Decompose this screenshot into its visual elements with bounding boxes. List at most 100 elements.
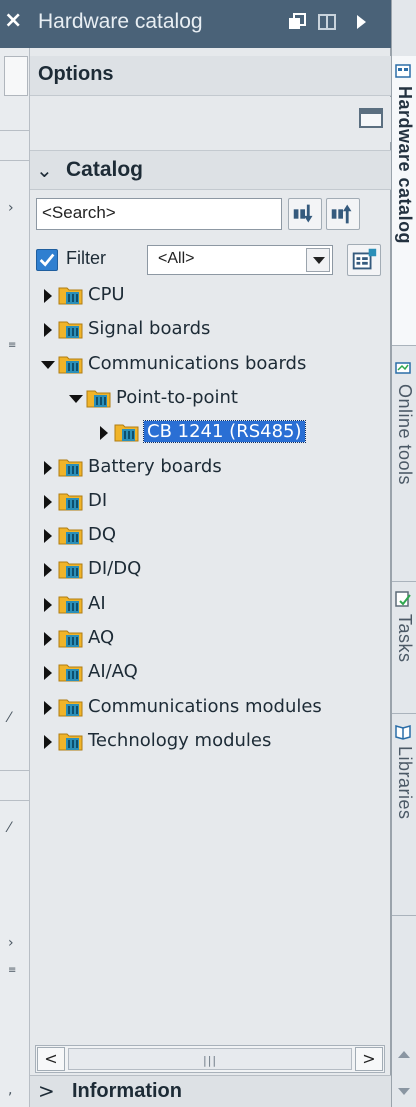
horizontal-scrollbar[interactable]: < ||| > — [35, 1045, 385, 1073]
folder-module-icon — [58, 561, 83, 579]
divider — [0, 160, 30, 161]
catalog-section-header[interactable]: ⌄ Catalog — [30, 150, 391, 190]
tab-label: Libraries — [395, 746, 415, 820]
chevron-down-icon[interactable] — [306, 248, 330, 272]
tree-item[interactable]: CPU — [30, 280, 391, 312]
chevron-right-icon[interactable] — [44, 563, 52, 578]
adjacent-field — [4, 56, 28, 96]
tab-label: Online tools — [395, 384, 415, 486]
tree-item-label: AI/AQ — [88, 661, 138, 683]
tree-item-label: CB 1241 (RS485) — [143, 420, 306, 444]
chevron-down-icon[interactable] — [41, 360, 55, 369]
tree-item-label: Point-to-point — [116, 386, 238, 408]
filter-dropdown[interactable]: <All> — [147, 245, 333, 275]
filter-profile-button[interactable] — [347, 244, 381, 276]
window-icon[interactable] — [359, 108, 383, 128]
tree-item[interactable]: Battery boards — [30, 452, 391, 484]
scroll-left-button[interactable]: < — [37, 1047, 65, 1071]
tree-item[interactable]: AI/AQ — [30, 657, 391, 689]
adjacent-editor-titlebar: × — [0, 0, 30, 48]
tree-item[interactable]: Communications boards — [30, 349, 391, 381]
chevron-icon: ⁄ — [8, 820, 11, 836]
folder-module-icon — [58, 630, 83, 648]
collapse-panel-icon[interactable] — [352, 13, 370, 31]
chevron-right-icon[interactable] — [44, 597, 52, 612]
checkmark-icon — [39, 253, 55, 267]
chevron-right-icon[interactable] — [44, 289, 52, 303]
catalog-title: Catalog — [66, 158, 144, 181]
tab-label: Hardware catalog — [395, 86, 415, 245]
float-window-icon[interactable] — [288, 13, 306, 31]
chevron-down-icon[interactable] — [69, 394, 83, 403]
chevron-right-icon[interactable] — [44, 700, 52, 715]
folder-module-icon — [58, 321, 83, 339]
divider — [0, 770, 30, 771]
tree-item[interactable]: DI/DQ — [30, 554, 391, 586]
filter-checkbox[interactable] — [36, 249, 58, 271]
scroll-down-icon[interactable] — [395, 1083, 413, 1101]
search-down-button[interactable] — [288, 198, 322, 230]
chevron-icon: ⁄ — [8, 710, 11, 726]
split-view-icon[interactable] — [318, 13, 336, 31]
chevron-right-icon[interactable] — [44, 494, 52, 509]
folder-module-icon — [58, 287, 83, 305]
tree-item-label: Communications modules — [88, 695, 322, 717]
search-down-icon — [293, 204, 313, 223]
filter-label: Filter — [66, 248, 106, 268]
chevron-right-icon[interactable] — [44, 460, 52, 475]
chevron-icon: , — [8, 1082, 13, 1098]
tree-item-label: CPU — [88, 284, 125, 305]
panel-title-bar: Hardware catalog — [30, 0, 391, 48]
tree-item-label: Technology modules — [88, 729, 272, 751]
tree-item[interactable]: Point-to-point — [30, 383, 391, 415]
search-input[interactable]: <Search> — [36, 198, 282, 230]
tab-label: Tasks — [395, 614, 415, 663]
divider — [0, 800, 30, 801]
options-title: Options — [38, 63, 114, 85]
scroll-right-button[interactable]: > — [355, 1047, 383, 1071]
tree-item[interactable]: AI — [30, 589, 391, 621]
folder-module-icon — [58, 356, 83, 374]
chevron-right-icon[interactable]: > — [38, 1079, 55, 1103]
tree-item[interactable]: AQ — [30, 623, 391, 655]
chevron-right-icon[interactable] — [44, 529, 52, 544]
tree-item[interactable]: Technology modules — [30, 726, 391, 758]
tree-item-label: Battery boards — [88, 455, 222, 477]
information-title: Information — [72, 1080, 182, 1102]
tab-online-tools[interactable]: Online tools — [392, 354, 416, 582]
folder-module-icon — [58, 493, 83, 511]
information-section-header[interactable]: > Information — [30, 1075, 391, 1107]
tab-hardware-catalog[interactable]: Hardware catalog — [392, 56, 416, 346]
options-section-header[interactable]: Options — [30, 56, 391, 96]
tree-item[interactable]: DQ — [30, 520, 391, 552]
chevron-right-icon[interactable] — [44, 734, 52, 749]
folder-module-icon — [58, 699, 83, 717]
tree-item-label: DI — [88, 489, 108, 511]
folder-module-icon — [58, 596, 83, 614]
folder-module-icon — [58, 527, 83, 545]
tab-libraries[interactable]: Libraries — [392, 716, 416, 916]
search-up-button[interactable] — [326, 198, 360, 230]
chevron-right-icon[interactable] — [44, 666, 52, 681]
divider — [0, 130, 30, 131]
online-tools-icon — [395, 362, 411, 374]
chevron-right-icon[interactable] — [100, 426, 108, 441]
folder-module-icon — [86, 390, 111, 408]
grip-icon: ≡ — [8, 965, 17, 976]
close-icon[interactable]: × — [4, 8, 22, 33]
panel-title: Hardware catalog — [38, 10, 203, 33]
tree-item[interactable]: Communications modules — [30, 692, 391, 724]
chevron-icon: › — [8, 200, 14, 216]
scroll-thumb[interactable]: ||| — [68, 1048, 352, 1070]
tree-item-label: AI — [88, 592, 106, 614]
folder-module-icon — [58, 459, 83, 476]
chevron-right-icon[interactable] — [44, 323, 52, 338]
tree-item[interactable]: Signal boards — [30, 314, 391, 346]
tree-item[interactable]: DI — [30, 486, 391, 518]
tree-item[interactable]: CB 1241 (RS485) — [30, 417, 391, 449]
chevron-right-icon[interactable] — [44, 632, 52, 646]
folder-module-icon — [58, 664, 83, 682]
scroll-up-icon[interactable] — [395, 1045, 413, 1063]
tab-tasks[interactable]: Tasks — [392, 584, 416, 714]
chevron-down-icon[interactable]: ⌄ — [36, 158, 53, 182]
